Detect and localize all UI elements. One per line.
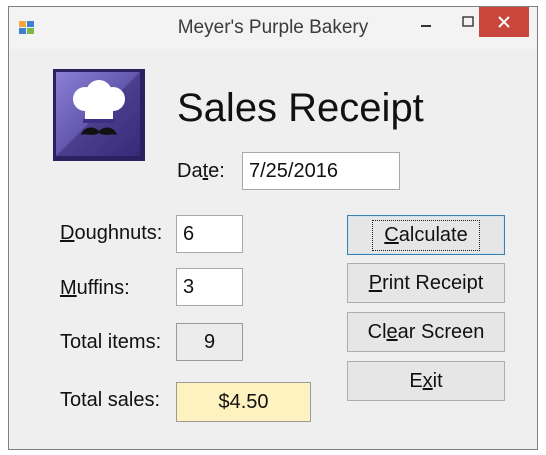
total-items-label: Total items: [60, 331, 162, 353]
date-label: Date: [177, 160, 225, 182]
title-bar[interactable]: Meyer's Purple Bakery [9, 7, 537, 49]
close-button[interactable] [479, 7, 529, 37]
print-receipt-button[interactable]: Print Receipt [347, 263, 505, 303]
calculate-button[interactable]: Calculate [347, 215, 505, 255]
app-window: Meyer's Purple Bakery Sales Receipt Date… [8, 6, 538, 450]
doughnuts-input[interactable]: 6 [176, 215, 243, 253]
total-sales-value: $4.50 [176, 382, 311, 422]
page-title: Sales Receipt [177, 86, 424, 130]
total-sales-label: Total sales: [60, 389, 161, 411]
muffins-label: Muffins: [60, 277, 130, 299]
exit-button[interactable]: Ex it [347, 361, 505, 401]
form-body: Sales Receipt Date: 7/25/2016 Doughnuts:… [9, 49, 537, 449]
doughnuts-label: Doughnuts: [60, 222, 163, 244]
minimize-icon [421, 25, 431, 27]
muffins-input[interactable]: 3 [176, 268, 243, 306]
clear-screen-button[interactable]: Cl e ar Screen [347, 312, 505, 352]
maximize-icon [462, 16, 474, 27]
minimize-button[interactable] [404, 7, 448, 37]
close-icon [498, 16, 510, 28]
date-field[interactable]: 7/25/2016 [242, 152, 400, 190]
total-items-value: 9 [176, 323, 243, 361]
chef-logo-icon [53, 69, 145, 161]
